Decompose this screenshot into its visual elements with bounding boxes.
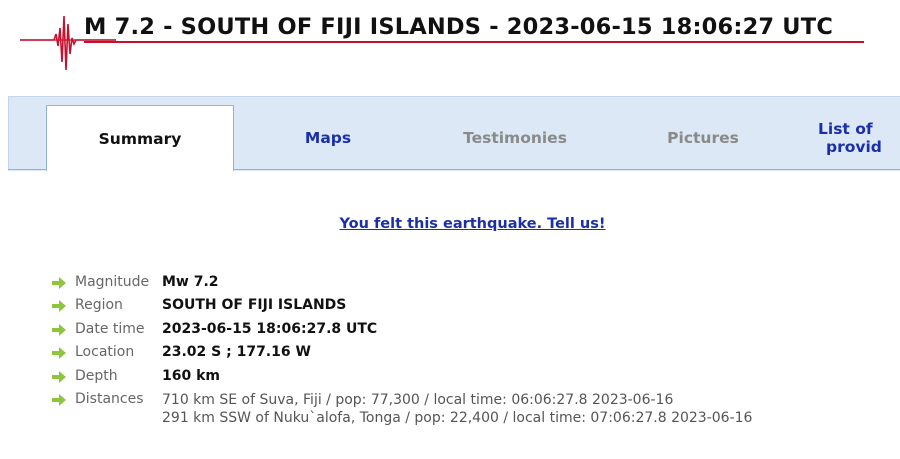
event-details: Magnitude Mw 7.2 Region SOUTH OF FIJI IS… (52, 274, 752, 431)
green-arrow-icon (52, 323, 66, 336)
tab-bar-left-border (8, 96, 9, 170)
tab-testimonies[interactable]: Testimonies (422, 105, 608, 170)
detail-label: Magnitude (75, 274, 150, 290)
detail-row-depth: Depth 160 km (52, 368, 752, 391)
tab-list-label-line1: List of (818, 120, 873, 138)
detail-label: Region (75, 297, 123, 314)
tab-list-label-line2: provid (826, 138, 882, 156)
detail-label: Depth (75, 367, 118, 384)
page-title: M 7.2 - SOUTH OF FIJI ISLANDS - 2023-06-… (84, 14, 834, 40)
green-arrow-icon (52, 370, 66, 383)
green-arrow-icon (52, 300, 66, 313)
green-arrow-icon (52, 347, 66, 360)
detail-value: 160 km (162, 367, 220, 384)
detail-value: SOUTH OF FIJI ISLANDS (162, 297, 347, 314)
tab-maps[interactable]: Maps (234, 105, 422, 170)
tab-summary[interactable]: Summary (46, 105, 234, 171)
distance-line: 291 km SSW of Nuku`alofa, Tonga / pop: 2… (162, 409, 753, 426)
detail-value: Mw 7.2 (162, 274, 219, 290)
page: M 7.2 - SOUTH OF FIJI ISLANDS - 2023-06-… (0, 0, 900, 459)
detail-value: 2023-06-15 18:06:27.8 UTC (162, 320, 378, 337)
detail-row-region: Region SOUTH OF FIJI ISLANDS (52, 297, 752, 320)
detail-label: Location (75, 344, 135, 361)
distances-list: 710 km SE of Suva, Fiji / pop: 77,300 / … (162, 391, 752, 427)
header: M 7.2 - SOUTH OF FIJI ISLANDS - 2023-06-… (0, 0, 900, 80)
detail-label: Date time (75, 320, 145, 337)
felt-report-link[interactable]: You felt this earthquake. Tell us! (0, 216, 900, 232)
detail-row-distances: Distances 710 km SE of Suva, Fiji / pop:… (52, 391, 752, 431)
tab-pictures[interactable]: Pictures (610, 105, 796, 170)
detail-row-magnitude: Magnitude Mw 7.2 (52, 274, 752, 297)
detail-value: 23.02 S ; 177.16 W (162, 344, 311, 361)
distance-line: 710 km SE of Suva, Fiji / pop: 77,300 / … (162, 391, 674, 408)
detail-label: Distances (75, 390, 144, 407)
tab-list-of-providers[interactable]: List of provid (818, 118, 900, 158)
detail-row-datetime: Date time 2023-06-15 18:06:27.8 UTC (52, 321, 752, 344)
green-arrow-icon (52, 277, 66, 289)
detail-row-location: Location 23.02 S ; 177.16 W (52, 344, 752, 367)
title-underline (84, 41, 864, 43)
green-arrow-icon (52, 393, 66, 406)
